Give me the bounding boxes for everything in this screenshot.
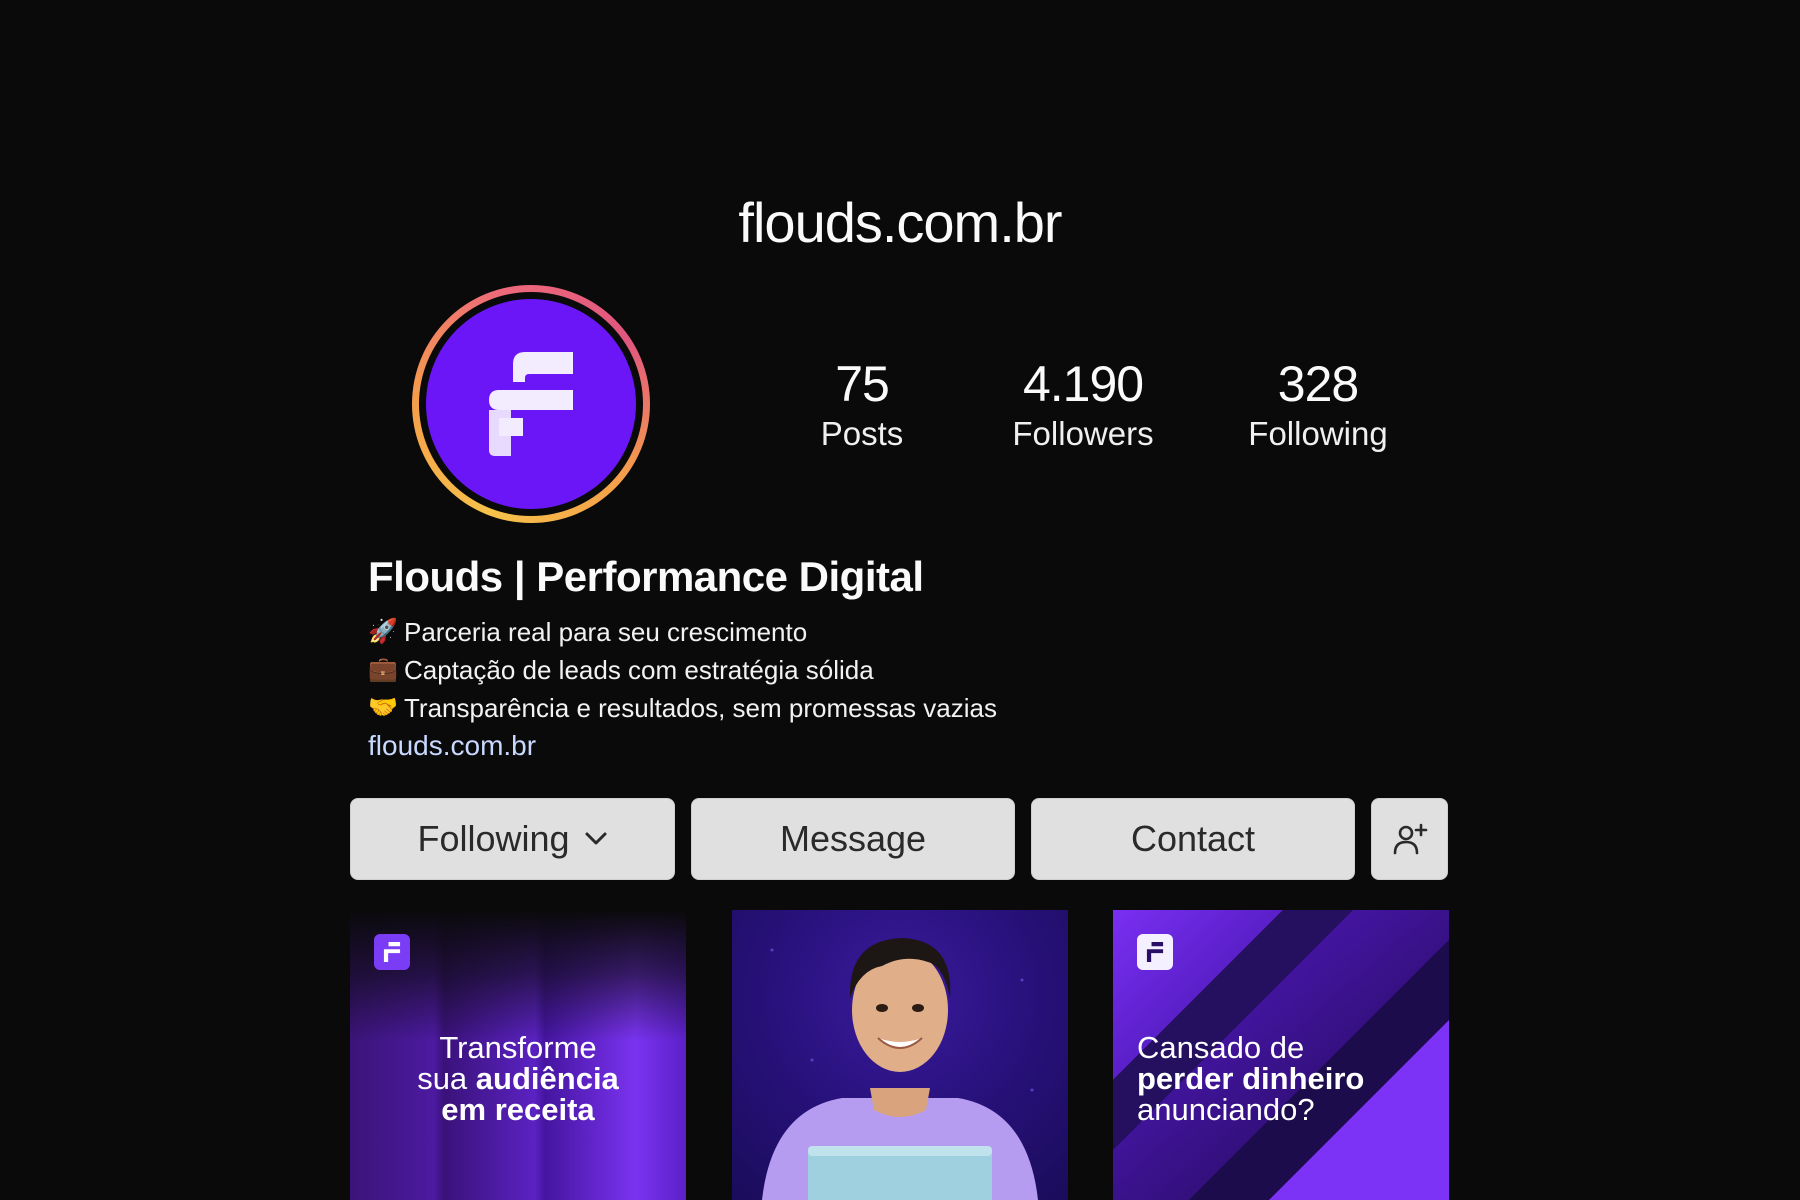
smiling-man-photo (762, 938, 1038, 1200)
stat-posts-label: Posts (820, 415, 904, 452)
bio-line: 🚀 Parceria real para seu crescimento (368, 613, 997, 651)
bio-text: Parceria real para seu crescimento (404, 617, 808, 647)
stat-posts-value: 75 (835, 356, 890, 412)
bio-line: 💼 Captação de leads com estratégia sólid… (368, 651, 997, 689)
post-caption-line: perder dinheiro (1137, 1061, 1365, 1096)
post-thumbnail[interactable]: Cansado de perder dinheiro anunciando? (1113, 910, 1449, 1200)
post-caption-line: sua audiência (417, 1061, 619, 1096)
message-button[interactable]: Message (691, 798, 1015, 880)
flouds-logo-icon (1137, 934, 1173, 970)
stat-following-value: 328 (1277, 356, 1359, 412)
suggest-people-button[interactable] (1371, 798, 1448, 880)
stat-followers[interactable]: 4.190 Followers (973, 355, 1193, 453)
rocket-icon: 🚀 (368, 618, 398, 645)
profile-name: Flouds | Performance Digital (368, 553, 924, 600)
profile-handle-title: flouds.com.br (738, 191, 1062, 254)
bio-line: 🤝 Transparência e resultados, sem promes… (368, 689, 997, 727)
flouds-logo-icon (374, 934, 410, 970)
chevron-down-icon (585, 832, 607, 845)
profile-website-link[interactable]: flouds.com.br (368, 730, 536, 762)
contact-button[interactable]: Contact (1031, 798, 1355, 880)
add-person-icon (1393, 823, 1427, 855)
profile-stats: 75 Posts 4.190 Followers 328 Following (0, 355, 1800, 475)
stat-followers-label: Followers (1012, 415, 1154, 452)
stat-following-label: Following (1248, 415, 1388, 452)
post-caption: Cansado de perder dinheiro anunciando? (1137, 1032, 1364, 1125)
post-thumbnail[interactable] (732, 910, 1068, 1200)
handshake-icon: 🤝 (368, 694, 398, 721)
stat-posts[interactable]: 75 Posts (752, 355, 972, 453)
post-caption-line: Cansado de (1137, 1030, 1305, 1065)
profile-bio: 🚀 Parceria real para seu crescimento 💼 C… (368, 613, 997, 727)
post-caption-line: Transforme (439, 1030, 597, 1065)
contact-button-label: Contact (1130, 818, 1256, 859)
stat-followers-value: 4.190 (1022, 356, 1144, 412)
posts-grid: Transforme sua audiência em receita Cans… (0, 910, 1800, 1200)
stat-following[interactable]: 328 Following (1208, 355, 1428, 453)
post-thumbnail[interactable]: Transforme sua audiência em receita (350, 910, 686, 1200)
bio-text: Captação de leads com estratégia sólida (404, 655, 874, 685)
post-caption-line: anunciando? (1137, 1092, 1315, 1127)
post-caption-line: em receita (441, 1092, 595, 1127)
briefcase-icon: 💼 (368, 656, 398, 683)
post-caption: Transforme sua audiência em receita (350, 1032, 686, 1125)
following-button[interactable]: Following (350, 798, 675, 880)
bio-text: Transparência e resultados, sem promessa… (404, 693, 997, 723)
message-button-label: Message (779, 818, 927, 859)
following-button-label: Following (417, 818, 570, 859)
